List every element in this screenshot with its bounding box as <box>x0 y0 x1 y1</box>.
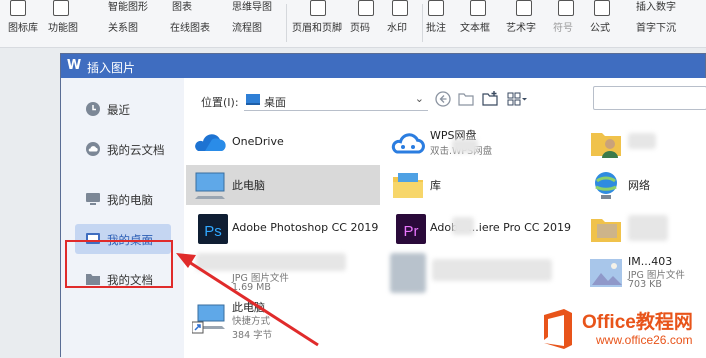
office-logo-icon <box>544 309 572 349</box>
site-watermark: Office教程网 www.office26.com <box>538 303 706 357</box>
watermark-url: www.office26.com <box>596 333 693 347</box>
watermark-brand: Office教程网 <box>582 312 693 333</box>
